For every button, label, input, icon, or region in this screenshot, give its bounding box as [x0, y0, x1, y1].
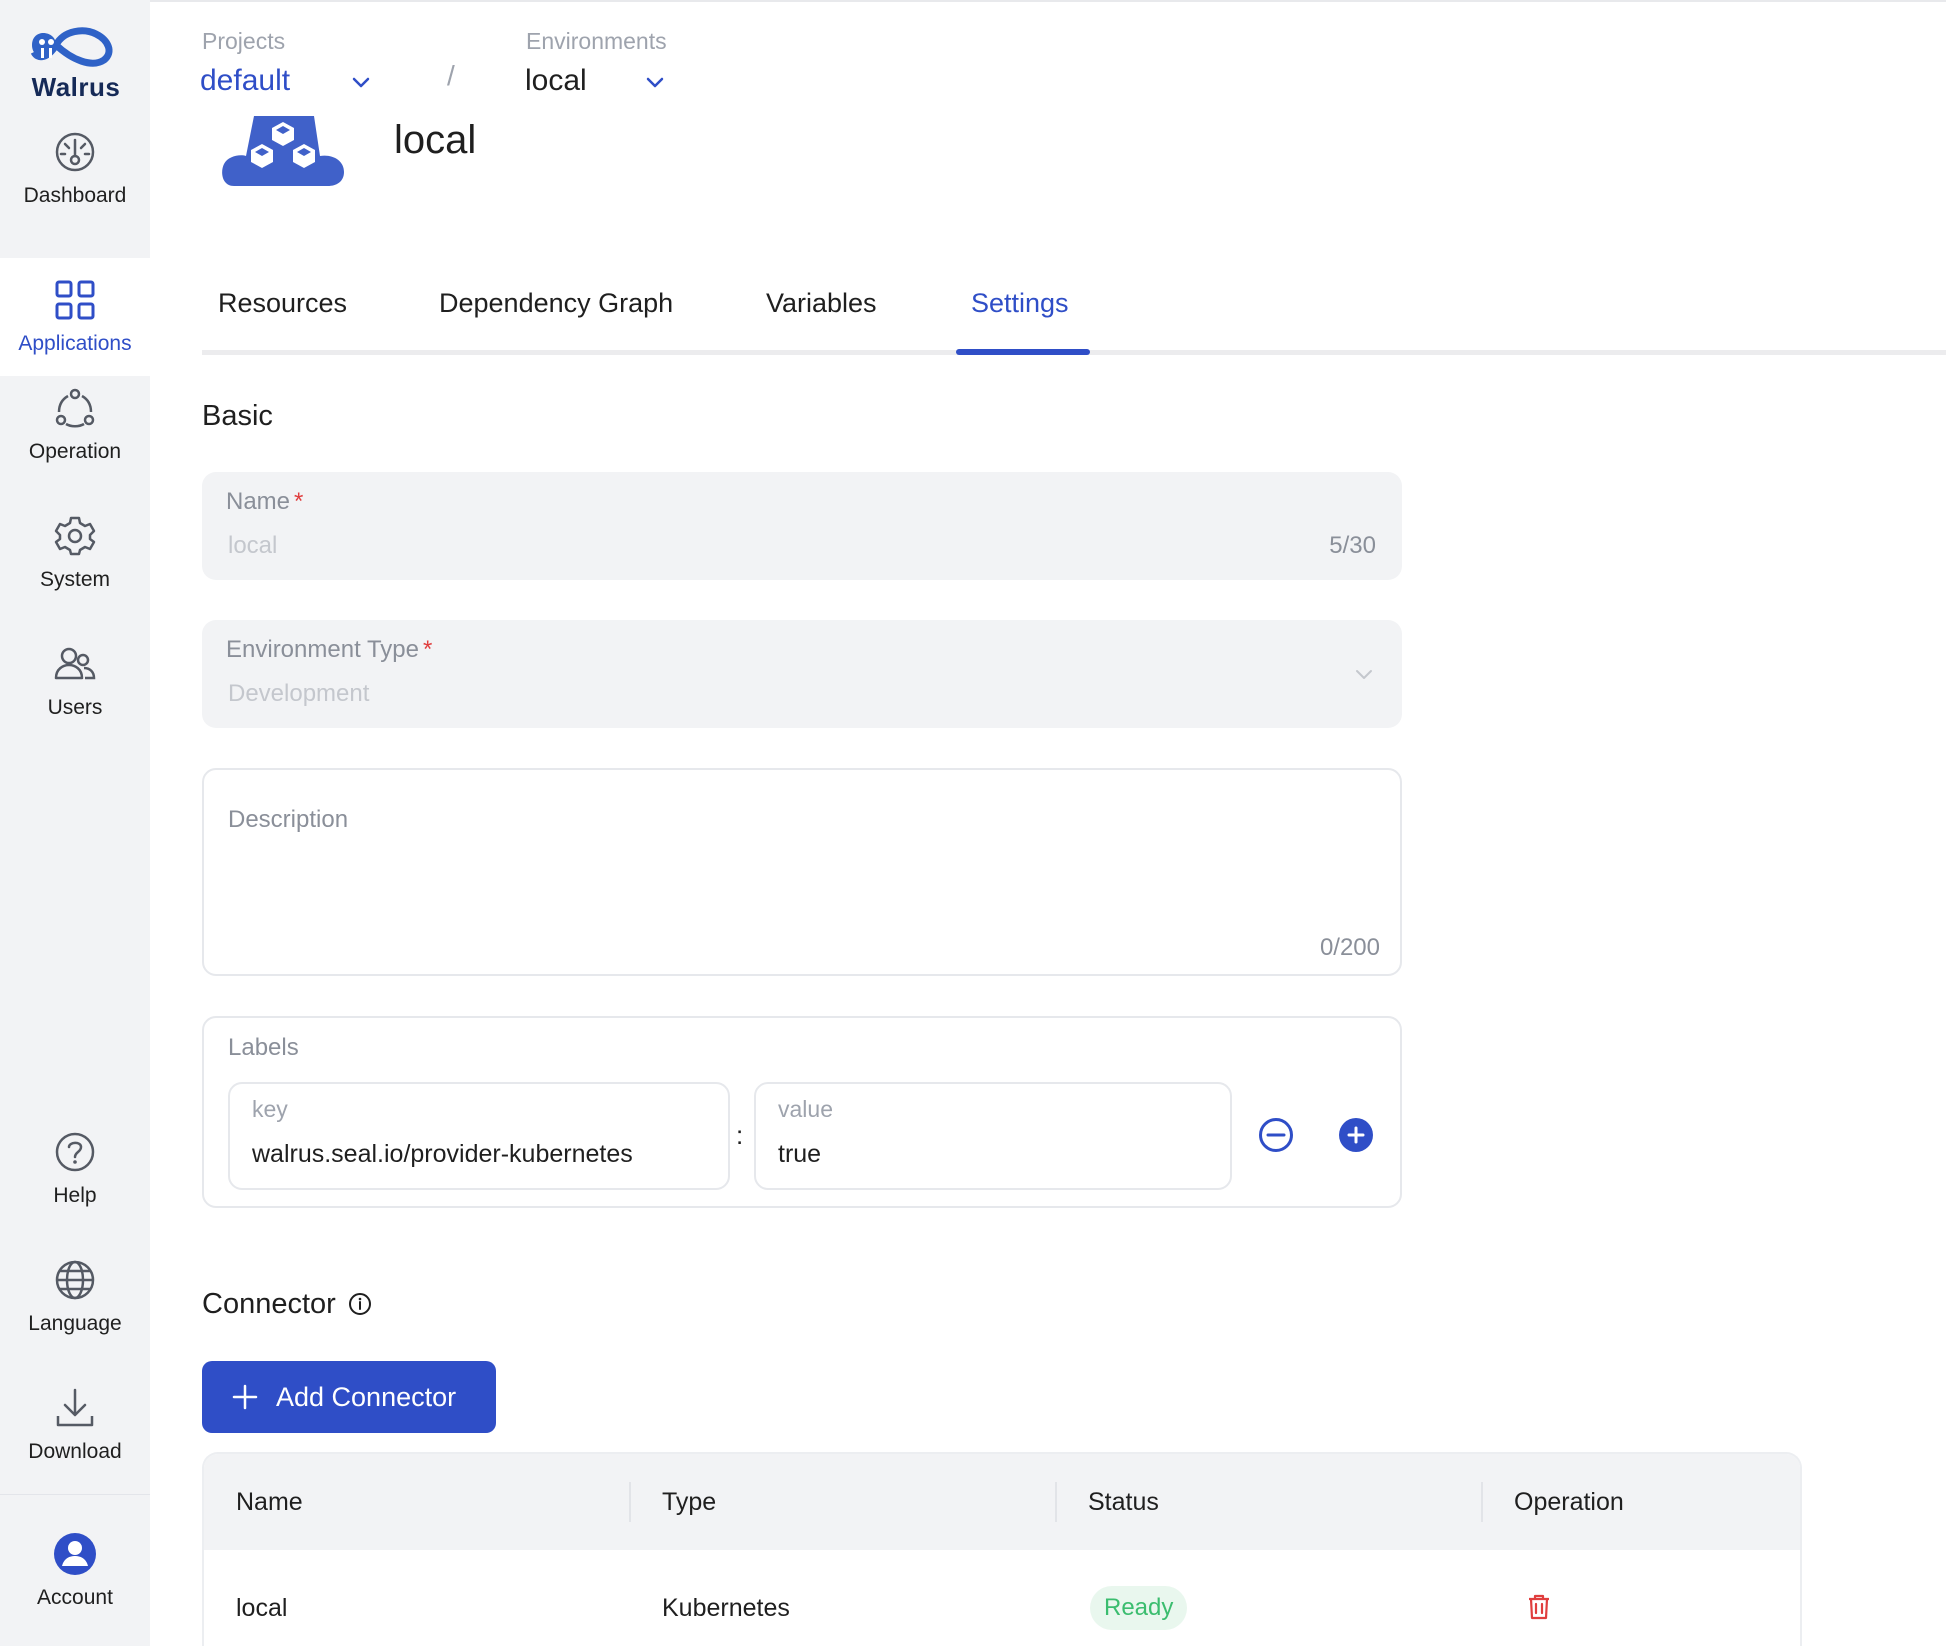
tab-dependency-graph[interactable]: Dependency Graph	[439, 288, 673, 319]
download-icon	[56, 1388, 94, 1427]
add-connector-button[interactable]: Add Connector	[202, 1361, 496, 1433]
connector-name: local	[236, 1594, 288, 1622]
name-field[interactable]: Name * local 5/30	[202, 472, 1402, 580]
column-divider	[1481, 1482, 1483, 1522]
description-label: Description	[228, 806, 349, 833]
sidebar-item-system[interactable]: System	[0, 494, 150, 612]
column-header-operation: Operation	[1514, 1488, 1624, 1516]
sidebar-item-operation[interactable]: Operation	[0, 366, 150, 484]
section-title-basic: Basic	[202, 400, 273, 432]
label-key-value: walrus.seal.io/provider-kubernetes	[252, 1140, 633, 1168]
sidebar-item-account[interactable]: Account	[0, 1512, 150, 1630]
label-value-placeholder: value	[778, 1096, 833, 1122]
connector-table: Name Type Status Operation local Kuberne…	[202, 1452, 1802, 1646]
globe-icon	[55, 1260, 95, 1300]
add-label-icon[interactable]	[1338, 1117, 1374, 1153]
table-header: Name Type Status Operation	[204, 1454, 1800, 1550]
chevron-down-icon[interactable]	[348, 70, 374, 96]
connector-type: Kubernetes	[662, 1594, 790, 1622]
delete-icon[interactable]	[1524, 1592, 1554, 1622]
add-connector-label: Add Connector	[276, 1381, 457, 1412]
name-field-label: Name *	[226, 488, 304, 515]
sidebar-item-label: Operation	[28, 440, 122, 463]
sidebar-item-label: Applications	[18, 332, 132, 355]
tab-variables[interactable]: Variables	[766, 288, 877, 319]
gear-icon	[54, 516, 96, 556]
sidebar-item-users[interactable]: Users	[0, 622, 150, 740]
help-icon	[55, 1132, 95, 1172]
remove-label-icon[interactable]	[1258, 1117, 1294, 1153]
tab-settings[interactable]: Settings	[971, 288, 1069, 319]
sidebar-item-label: System	[39, 568, 110, 591]
label-key-input[interactable]: key walrus.seal.io/provider-kubernetes	[228, 1082, 730, 1190]
column-header-status: Status	[1088, 1488, 1159, 1516]
sidebar: Walrus Dashboard Applications Operation	[0, 0, 150, 1646]
applications-icon	[55, 280, 95, 320]
environment-cloud-icon	[222, 116, 344, 186]
environment-type-value: Development	[228, 680, 370, 707]
top-border	[150, 0, 1946, 2]
walrus-logo-icon	[30, 27, 113, 67]
column-divider	[1055, 1482, 1057, 1522]
plus-icon	[232, 1384, 258, 1410]
sidebar-item-label: Account	[37, 1586, 113, 1609]
description-textarea[interactable]: Description 0/200	[202, 768, 1402, 976]
tab-bar: Resources Dependency Graph Variables Set…	[202, 282, 1946, 356]
label-value-value: true	[778, 1140, 822, 1168]
column-header-name: Name	[236, 1488, 303, 1516]
chevron-down-icon[interactable]	[642, 70, 668, 96]
description-char-count: 0/200	[1319, 934, 1380, 961]
status-badge: Ready	[1090, 1586, 1188, 1630]
project-selector[interactable]: default	[200, 64, 290, 98]
environment-selector[interactable]: local	[525, 64, 587, 98]
sidebar-item-label: Download	[28, 1440, 122, 1463]
chevron-down-icon	[1356, 670, 1372, 679]
dashboard-icon	[55, 132, 95, 172]
tab-resources[interactable]: Resources	[218, 288, 347, 319]
breadcrumb-environments-label: Environments	[526, 28, 667, 54]
label-value-input[interactable]: value true	[754, 1082, 1232, 1190]
name-char-count: 5/30	[1329, 532, 1376, 559]
sidebar-item-label: Users	[47, 696, 103, 719]
page-title: local	[394, 118, 477, 162]
sidebar-item-help[interactable]: Help	[0, 1110, 150, 1228]
breadcrumb-projects-label: Projects	[202, 28, 286, 54]
sidebar-item-label: Help	[53, 1184, 97, 1207]
name-field-value: local	[228, 532, 278, 559]
users-icon	[54, 647, 96, 680]
labels-title: Labels	[228, 1034, 299, 1061]
column-header-type: Type	[662, 1488, 717, 1516]
label-separator: :	[736, 1120, 744, 1150]
sidebar-item-download[interactable]: Download	[0, 1366, 150, 1484]
walrus-logo[interactable]: Walrus	[18, 20, 134, 110]
label-key-placeholder: key	[252, 1096, 288, 1122]
info-icon[interactable]	[348, 1292, 372, 1316]
breadcrumb-separator: /	[447, 60, 455, 91]
operation-icon	[55, 388, 95, 428]
environment-type-label: Environment Type *	[226, 636, 433, 663]
account-icon	[54, 1533, 96, 1575]
column-divider	[629, 1482, 631, 1522]
section-title-connector: Connector	[202, 1288, 372, 1321]
sidebar-item-label: Dashboard	[23, 184, 127, 207]
brand-name: Walrus	[31, 72, 121, 102]
sidebar-item-dashboard[interactable]: Dashboard	[0, 110, 150, 228]
environment-type-select[interactable]: Environment Type * Development	[202, 620, 1402, 728]
tab-active-indicator	[956, 349, 1090, 355]
sidebar-item-language[interactable]: Language	[0, 1238, 150, 1356]
sidebar-item-applications[interactable]: Applications	[0, 258, 150, 376]
sidebar-divider	[0, 1494, 150, 1495]
sidebar-item-label: Language	[28, 1312, 122, 1335]
